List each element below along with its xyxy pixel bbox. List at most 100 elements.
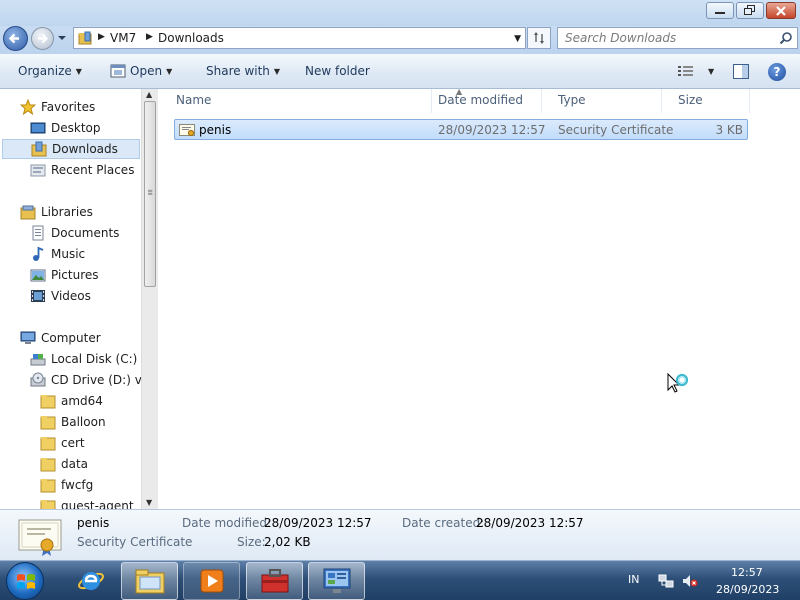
- preview-pane-icon[interactable]: [733, 64, 749, 79]
- clock-date[interactable]: 28/09/2023: [716, 583, 779, 596]
- open-label: Open: [130, 64, 163, 78]
- chevron-down-icon: ▼: [75, 66, 82, 76]
- nav-downloads[interactable]: Downloads: [2, 139, 140, 159]
- address-history-dropdown[interactable]: ▼: [514, 34, 521, 44]
- nav-folder-cert[interactable]: cert: [40, 433, 85, 453]
- search-box[interactable]: [557, 27, 798, 49]
- cd-drive-icon: [30, 372, 46, 387]
- nav-scrollbar[interactable]: ▲ ═ ═ ▼: [141, 89, 158, 509]
- new-folder-button[interactable]: New folder: [305, 64, 370, 78]
- taskbar-toolbox-app[interactable]: [246, 562, 303, 600]
- folder-icon: [40, 500, 56, 509]
- nav-folder-guest-agent[interactable]: guest-agent: [40, 496, 134, 509]
- breadcrumb-separator[interactable]: ▶: [98, 32, 105, 42]
- change-view-button[interactable]: ▼: [678, 65, 714, 77]
- nav-videos[interactable]: Videos: [30, 286, 91, 306]
- refresh-button[interactable]: [527, 27, 551, 49]
- nav-recent-places[interactable]: Recent Places: [30, 160, 134, 180]
- address-bar-area: ▶ VM7 ▶ Downloads ▼: [0, 26, 800, 54]
- breadcrumb-downloads[interactable]: Downloads: [158, 31, 224, 45]
- taskbar-control-panel[interactable]: [308, 562, 365, 600]
- pictures-icon: [30, 269, 46, 282]
- taskbar-windows-explorer[interactable]: [121, 562, 178, 600]
- nav-favorites[interactable]: Favorites: [20, 97, 95, 117]
- nav-local-disk[interactable]: Local Disk (C:): [30, 349, 137, 369]
- start-button[interactable]: [6, 562, 44, 600]
- taskbar-media-player[interactable]: [183, 562, 240, 600]
- folder-icon: [40, 437, 56, 451]
- computer-icon: [20, 331, 36, 344]
- table-row[interactable]: penis 28/09/2023 12:57 Security Certific…: [174, 119, 748, 140]
- column-header-date[interactable]: Date modified: [422, 89, 542, 113]
- nav-folder-amd64[interactable]: amd64: [40, 391, 103, 411]
- taskbar-internet-explorer[interactable]: [62, 562, 119, 600]
- breadcrumb-separator[interactable]: ▶: [146, 32, 153, 42]
- navigation-pane: Favorites Desktop Downloads Recent Place…: [0, 89, 158, 509]
- nav-folder-data[interactable]: data: [40, 454, 88, 474]
- nav-favorites-label: Favorites: [41, 100, 96, 114]
- window-controls: [706, 2, 796, 19]
- details-file-name: penis: [77, 516, 110, 530]
- nav-downloads-label: Downloads: [52, 142, 118, 156]
- chevron-down-icon: ▼: [273, 66, 281, 76]
- nav-balloon-label: Balloon: [61, 415, 106, 429]
- arrow-right-icon: [38, 33, 49, 44]
- folder-icon: [40, 395, 56, 409]
- nav-pictures[interactable]: Pictures: [30, 265, 99, 285]
- nav-pictures-label: Pictures: [51, 268, 99, 282]
- open-button[interactable]: Open ▼: [110, 64, 172, 78]
- volume-muted-icon[interactable]: [682, 574, 698, 588]
- column-header-size[interactable]: Size: [662, 89, 750, 113]
- busy-cursor-icon: [667, 373, 689, 393]
- chevron-down-icon: ▼: [166, 66, 173, 76]
- folder-icon: [40, 479, 56, 493]
- clock-time[interactable]: 12:57: [731, 566, 763, 579]
- forward-button[interactable]: [31, 27, 54, 50]
- share-with-button[interactable]: Share with ▼: [206, 64, 280, 78]
- file-date: 28/09/2023 12:57: [438, 123, 546, 137]
- back-button[interactable]: [3, 26, 28, 51]
- nav-cert-label: cert: [61, 436, 85, 450]
- nav-computer[interactable]: Computer: [20, 328, 101, 348]
- breadcrumb-vm7[interactable]: VM7: [110, 31, 136, 45]
- refresh-icon: [534, 32, 544, 44]
- nav-documents[interactable]: Documents: [30, 223, 119, 243]
- nav-music[interactable]: Music: [30, 244, 85, 264]
- help-icon[interactable]: ?: [768, 63, 786, 81]
- organize-button[interactable]: Organize ▼: [18, 64, 82, 78]
- minimize-button[interactable]: [706, 2, 734, 19]
- desktop-icon: [30, 122, 46, 134]
- file-list: ▲ Name Date modified Type Size penis 28/…: [160, 87, 800, 509]
- scroll-thumb[interactable]: ═ ═: [144, 101, 156, 287]
- column-header-name[interactable]: Name: [160, 89, 432, 113]
- address-box[interactable]: ▶ VM7 ▶ Downloads ▼: [73, 27, 526, 49]
- close-button[interactable]: [766, 2, 796, 19]
- nav-desktop[interactable]: Desktop: [30, 118, 101, 138]
- grip-icon: ═ ═: [148, 187, 153, 198]
- scroll-up-icon[interactable]: ▲: [146, 90, 152, 99]
- language-indicator[interactable]: IN: [628, 573, 639, 586]
- network-icon[interactable]: [658, 574, 674, 588]
- documents-icon: [32, 225, 44, 241]
- nav-folder-fwcfg[interactable]: fwcfg: [40, 475, 93, 495]
- recent-pages-dropdown[interactable]: [57, 32, 67, 44]
- nav-documents-label: Documents: [51, 226, 120, 240]
- search-icon[interactable]: [779, 31, 793, 45]
- file-name: penis: [199, 123, 232, 137]
- nav-cd-drive[interactable]: CD Drive (D:) virt: [30, 370, 155, 390]
- search-input[interactable]: [558, 28, 773, 48]
- column-header-type[interactable]: Type: [542, 89, 662, 113]
- details-size: 2,02 KB: [264, 535, 311, 549]
- restore-button[interactable]: [736, 2, 764, 19]
- details-date-modified: 28/09/2023 12:57: [264, 516, 372, 530]
- title-bar: [0, 0, 800, 26]
- windows-explorer-icon: [135, 569, 164, 594]
- hard-drive-icon: [30, 354, 46, 366]
- videos-icon: [31, 290, 45, 302]
- nav-libraries[interactable]: Libraries: [20, 202, 93, 222]
- nav-folder-balloon[interactable]: Balloon: [40, 412, 106, 432]
- recent-places-icon: [30, 164, 46, 177]
- certificate-icon: [18, 519, 62, 556]
- scroll-down-icon[interactable]: ▼: [146, 498, 152, 507]
- taskbar: IN 12:57 28/09/2023: [0, 560, 800, 600]
